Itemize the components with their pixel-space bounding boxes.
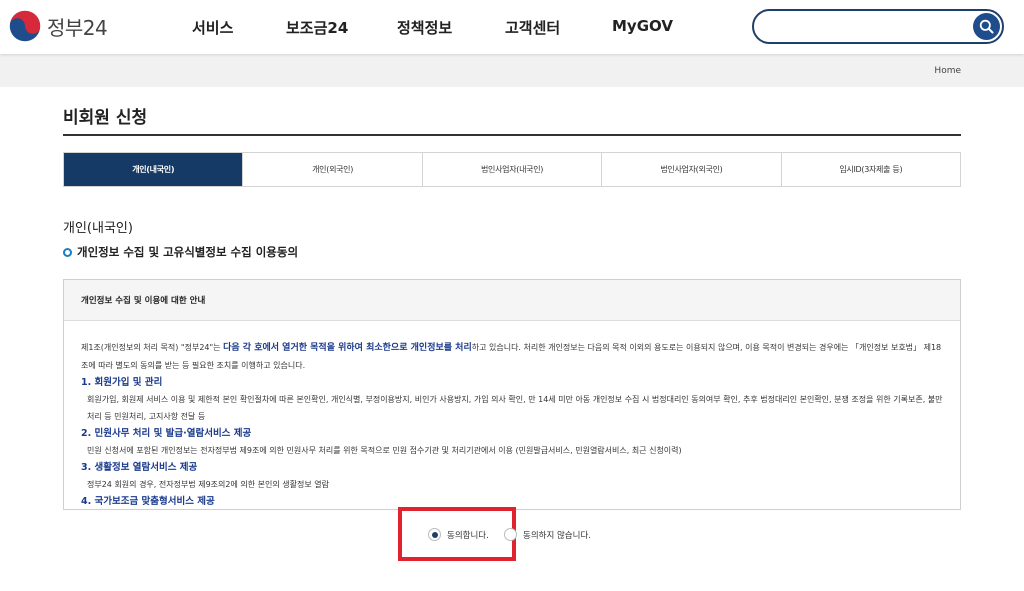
tab-korean-business[interactable]: 법인사업자(내국인) — [421, 153, 602, 186]
terms-item-title: 2. 민원사무 처리 및 발급·열람서비스 제공 — [81, 428, 252, 439]
terms-intro: 제1조(개인정보의 처리 목적) "정부24"는 다음 각 호에서 열거한 목적… — [81, 339, 944, 374]
gnb-item-policy[interactable]: 정책정보 — [397, 17, 452, 38]
taegeuk-logo-icon — [9, 10, 41, 42]
agree-label: 동의합니다. — [447, 530, 489, 541]
breadcrumb-home[interactable]: Home — [934, 66, 961, 76]
tab-foreign-individual[interactable]: 개인(외국인) — [242, 153, 422, 186]
terms-item-title: 3. 생활정보 열람서비스 제공 — [81, 462, 198, 473]
terms-intro-text: 제1조(개인정보의 처리 목적) "정부24"는 — [81, 343, 224, 352]
terms-item-desc: 정부24 회원의 경우, 전자정부법 제9조의2에 의한 본인의 생활정보 열람 — [87, 480, 329, 489]
section-title: 개인(내국인) — [63, 221, 133, 236]
breadcrumb-bar: Home — [0, 54, 1024, 87]
gnb-item-mygov[interactable]: MyGOV — [612, 17, 673, 35]
terms-item-title: 1. 회원가입 및 관리 — [81, 377, 163, 388]
search-input[interactable] — [768, 17, 968, 37]
search-icon — [979, 19, 994, 34]
search-box — [752, 9, 1004, 44]
page-title: 비회원 신청 — [63, 108, 148, 128]
title-divider — [63, 134, 961, 136]
terms-box[interactable]: 개인정보 수집 및 이용에 대한 안내 제1조(개인정보의 처리 목적) "정부… — [63, 279, 961, 510]
disagree-option[interactable]: 동의하지 않습니다. — [504, 528, 591, 541]
gnb-item-support[interactable]: 고객센터 — [505, 17, 560, 38]
site-logo-text: 정부24 — [47, 15, 108, 40]
search-button[interactable] — [973, 13, 1000, 40]
ring-bullet-icon — [63, 247, 72, 257]
site-logo[interactable]: 정부24 — [8, 8, 108, 44]
consent-heading: 개인정보 수집 및 고유식별정보 수집 이용동의 — [63, 244, 298, 260]
terms-body: 제1조(개인정보의 처리 목적) "정부24"는 다음 각 호에서 열거한 목적… — [64, 321, 960, 509]
agree-option[interactable]: 동의합니다. — [428, 528, 489, 541]
tab-korean-individual[interactable]: 개인(내국인) — [64, 153, 243, 186]
terms-header: 개인정보 수집 및 이용에 대한 안내 — [64, 280, 960, 321]
gnb-item-subsidy[interactable]: 보조금24 — [286, 17, 348, 38]
applicant-type-tabs: 개인(내국인) 개인(외국인) 법인사업자(내국인) 법인사업자(외국인) 임시… — [63, 152, 961, 187]
agree-radio[interactable] — [428, 528, 441, 541]
tab-temporary-id[interactable]: 임시ID(3자제출 등) — [780, 153, 961, 186]
terms-intro-emphasis: 다음 각 호에서 열거한 목적을 위하여 최소한으로 개인정보를 처리 — [223, 343, 472, 353]
disagree-label: 동의하지 않습니다. — [523, 530, 591, 541]
disagree-radio[interactable] — [504, 528, 517, 541]
terms-item-desc: 민원 신청서에 포함된 개인정보는 전자정부법 제9조에 의한 민원사무 처리를… — [87, 446, 682, 455]
gnb-item-services[interactable]: 서비스 — [192, 17, 233, 38]
tab-foreign-business[interactable]: 법인사업자(외국인) — [601, 153, 781, 186]
consent-heading-text: 개인정보 수집 및 고유식별정보 수집 이용동의 — [77, 245, 299, 259]
terms-item-desc: 회원가입, 회원제 서비스 이용 및 제한적 본인 확인절차에 따른 본인확인,… — [87, 395, 943, 421]
site-header: 정부24 서비스 보조금24 정책정보 고객센터 MyGOV — [0, 0, 1024, 54]
